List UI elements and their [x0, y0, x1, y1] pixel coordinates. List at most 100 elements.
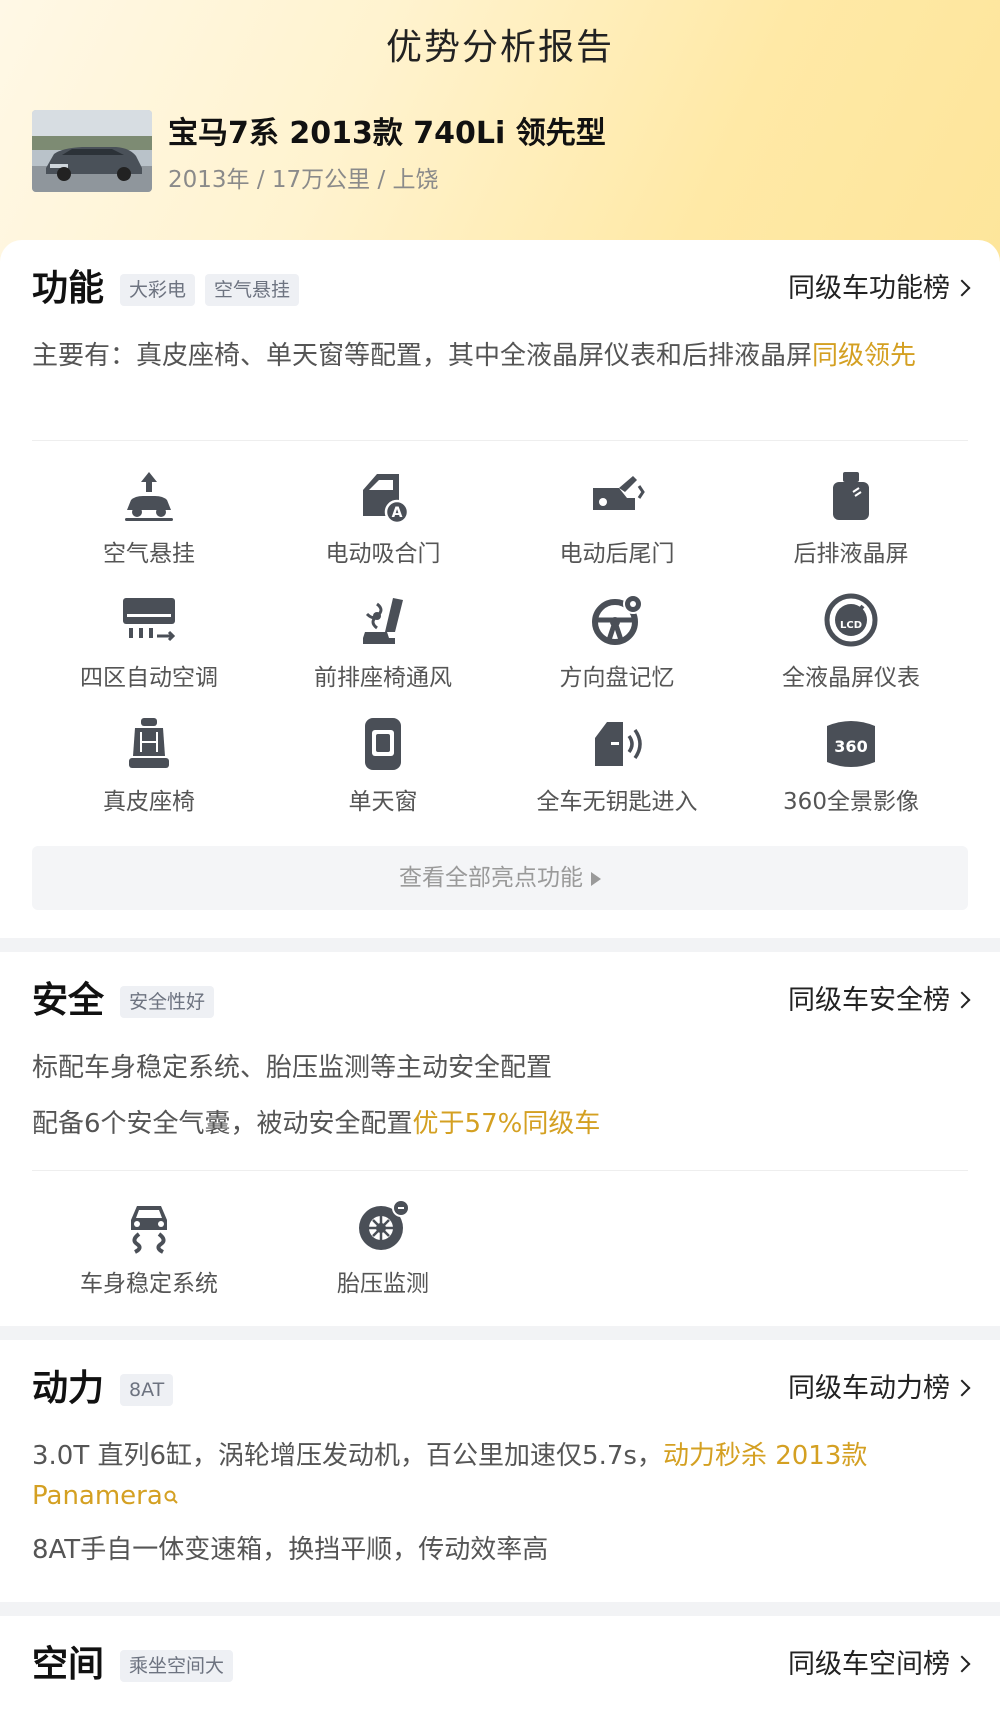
tag: 空气悬挂 — [205, 274, 300, 306]
feature-grid: 空气悬挂 A 电动吸合门 电动后尾门 后排液晶屏 四区自动空调 前排座椅通风 方… — [32, 468, 968, 828]
feature-label: 单天窗 — [348, 789, 418, 815]
search-icon — [164, 1490, 178, 1504]
svg-text:LCD: LCD — [840, 620, 862, 631]
view-all-label: 查看全部亮点功能 — [399, 865, 583, 891]
seat-ventilation-icon — [363, 598, 403, 644]
safety-ranking-link[interactable]: 同级车安全榜 — [788, 976, 971, 1026]
camera-360-icon: 360 — [827, 721, 875, 767]
feature-label: 真皮座椅 — [103, 789, 195, 815]
feature-label: 电动吸合门 — [325, 541, 441, 567]
link-label: 同级车动力榜 — [788, 1373, 950, 1404]
feature-item[interactable]: 方向盘记忆 — [500, 592, 734, 692]
car-name: 宝马7系 2013款 740Li 领先型 — [168, 116, 606, 151]
power-header: 动力 8AT 同级车动力榜 — [32, 1364, 971, 1414]
leather-seat-icon — [129, 718, 169, 768]
chevron-right-icon — [953, 991, 971, 1009]
safety-header: 安全 安全性好 同级车安全榜 — [32, 976, 971, 1026]
power-tailgate-icon — [593, 476, 645, 510]
page-title: 优势分析报告 — [385, 27, 614, 68]
feature-item[interactable]: 360 360全景影像 — [734, 716, 968, 816]
section-title: 动力 — [32, 1368, 105, 1409]
feature-item[interactable]: A 电动吸合门 — [266, 468, 500, 568]
safety-grid: 车身稳定系统 胎压监测 — [32, 1198, 968, 1318]
highlight-text: 同级领先 — [812, 341, 917, 371]
feature-item[interactable]: 电动后尾门 — [500, 468, 734, 568]
tag-list: 乘坐空间大 — [120, 1650, 234, 1682]
feature-label: 前排座椅通风 — [314, 665, 452, 691]
feature-item[interactable]: 单天窗 — [266, 716, 500, 816]
section-title: 空间 — [32, 1644, 105, 1685]
feature-label: 后排液晶屏 — [793, 541, 909, 567]
highlight-text: 动力秒杀 2013款 — [662, 1441, 868, 1471]
space-card: 空间 乘坐空间大 同级车空间榜 — [0, 1616, 1000, 1725]
feature-item[interactable]: 真皮座椅 — [32, 716, 266, 816]
chevron-right-icon — [953, 279, 971, 297]
safety-card: 安全 安全性好 同级车安全榜 标配车身稳定系统、胎压监测等主动安全配置 配备6个… — [0, 952, 1000, 1326]
sunroof-icon — [365, 718, 401, 770]
space-ranking-link[interactable]: 同级车空间榜 — [788, 1640, 971, 1690]
steering-memory-icon — [592, 594, 643, 645]
tag-list: 8AT — [120, 1374, 174, 1406]
feature-label: 全液晶屏仪表 — [782, 665, 920, 691]
lcd-gauge-icon: LCD — [824, 593, 878, 647]
power-line-2: 8AT手自一体变速箱，换挡平顺，传动效率高 — [32, 1535, 549, 1565]
features-description: 主要有：真皮座椅、单天窗等配置，其中全液晶屏仪表和后排液晶屏同级领先 — [32, 336, 968, 376]
tag: 8AT — [120, 1374, 174, 1406]
feature-item[interactable]: LCD 全液晶屏仪表 — [734, 592, 968, 692]
compare-car-name: Panamera — [32, 1481, 163, 1511]
chevron-right-icon — [953, 1655, 971, 1673]
section-title: 功能 — [32, 268, 105, 309]
safety-line-1: 标配车身稳定系统、胎压监测等主动安全配置 — [32, 1053, 553, 1083]
feature-label: 方向盘记忆 — [559, 665, 675, 691]
rear-screen-icon — [833, 472, 869, 520]
features-card: 功能 大彩电 空气悬挂 同级车功能榜 主要有：真皮座椅、单天窗等配置，其中全液晶… — [0, 240, 1000, 938]
feature-item[interactable]: 前排座椅通风 — [266, 592, 500, 692]
feature-label: 全车无钥匙进入 — [536, 789, 698, 815]
feature-label: 360全景影像 — [783, 789, 919, 815]
tag-list: 大彩电 空气悬挂 — [120, 274, 300, 306]
space-header: 空间 乘坐空间大 同级车空间榜 — [32, 1640, 971, 1690]
features-ranking-link[interactable]: 同级车功能榜 — [788, 264, 971, 314]
air-conditioner-icon — [123, 598, 176, 642]
divider — [32, 1170, 968, 1171]
feature-item[interactable]: 后排液晶屏 — [734, 468, 968, 568]
power-line-1: 3.0T 直列6缸，涡轮增压发动机，百公里加速仅5.7s，动力秒杀 2013款 … — [32, 1436, 968, 1516]
feature-item[interactable]: 胎压监测 — [266, 1198, 500, 1298]
tag-list: 安全性好 — [120, 986, 215, 1018]
section-title: 安全 — [32, 980, 105, 1021]
chevron-right-icon — [953, 1379, 971, 1397]
link-label: 同级车空间榜 — [788, 1649, 950, 1680]
feature-item[interactable]: 全车无钥匙进入 — [500, 716, 734, 816]
link-label: 同级车功能榜 — [788, 273, 950, 304]
feature-label: 车身稳定系统 — [80, 1271, 218, 1297]
car-thumbnail[interactable] — [32, 110, 152, 192]
power-card: 动力 8AT 同级车动力榜 3.0T 直列6缸，涡轮增压发动机，百公里加速仅5.… — [0, 1340, 1000, 1602]
play-arrow-icon — [591, 871, 601, 886]
tag: 安全性好 — [120, 986, 215, 1018]
power-ranking-link[interactable]: 同级车动力榜 — [788, 1364, 971, 1414]
feature-label: 四区自动空调 — [80, 665, 218, 691]
keyless-entry-icon — [595, 722, 642, 766]
compare-car-link[interactable]: Panamera — [32, 1481, 179, 1511]
description-text: 3.0T 直列6缸，涡轮增压发动机，百公里加速仅5.7s， — [32, 1441, 663, 1471]
svg-text:A: A — [392, 505, 403, 521]
feature-label: 胎压监测 — [337, 1271, 429, 1297]
feature-item[interactable]: 四区自动空调 — [32, 592, 266, 692]
safety-line-2: 配备6个安全气囊，被动安全配置优于57%同级车 — [32, 1104, 968, 1144]
feature-label: 空气悬挂 — [103, 541, 195, 567]
soft-close-door-icon: A — [363, 474, 410, 524]
svg-text:360: 360 — [834, 737, 867, 756]
feature-item[interactable]: 空气悬挂 — [32, 468, 266, 568]
tag: 大彩电 — [120, 274, 196, 306]
link-label: 同级车安全榜 — [788, 985, 950, 1016]
feature-item[interactable]: 车身稳定系统 — [32, 1198, 266, 1298]
tag: 乘坐空间大 — [120, 1650, 234, 1682]
feature-label: 电动后尾门 — [559, 541, 675, 567]
view-all-features-button[interactable]: 查看全部亮点功能 — [32, 846, 968, 910]
air-suspension-icon — [125, 472, 173, 521]
description-text: 配备6个安全气囊，被动安全配置 — [32, 1109, 413, 1139]
highlight-text: 优于57%同级车 — [412, 1109, 601, 1139]
divider — [32, 440, 968, 441]
description-text: 主要有：真皮座椅、单天窗等配置，其中全液晶屏仪表和后排液晶屏 — [32, 341, 813, 371]
features-header: 功能 大彩电 空气悬挂 同级车功能榜 — [32, 264, 971, 314]
